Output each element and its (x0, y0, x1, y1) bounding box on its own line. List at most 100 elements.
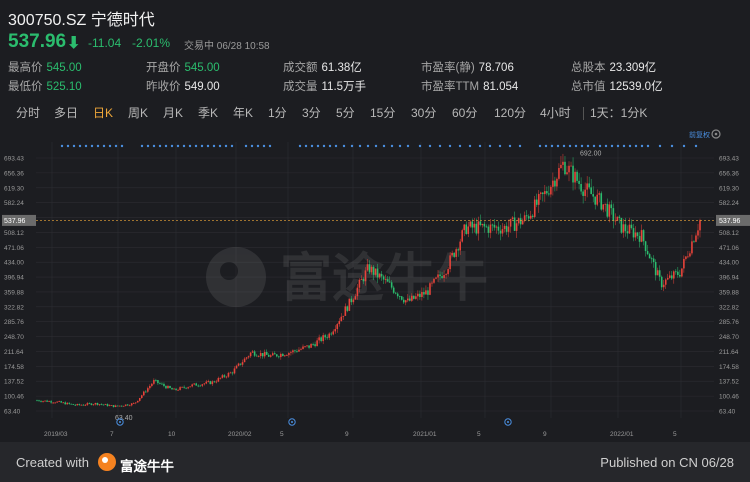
candle-body (294, 350, 296, 352)
candle-body (68, 402, 71, 404)
stat-open-label: 开盘价 (146, 62, 181, 74)
candle-body (167, 385, 169, 389)
event-dot (90, 144, 94, 148)
candle-body (358, 279, 361, 288)
trading-status: 交易中 06/28 10:58 (184, 41, 270, 52)
y-tick-label-left: 396.94 (4, 275, 24, 282)
candle-body (362, 279, 365, 282)
tab-5min[interactable]: 5分 (336, 104, 355, 121)
event-dot (604, 144, 608, 148)
candle-body (439, 274, 441, 277)
candle-body (457, 249, 459, 251)
candle-body (441, 276, 443, 278)
stat-amount-value: 61.38亿 (321, 62, 362, 74)
stat-volume-value: 11.5万手 (321, 81, 367, 93)
tab-monthly-k[interactable]: 月K (163, 104, 183, 121)
candle-body (386, 279, 389, 282)
stat-low: 最低价 525.10 (8, 78, 82, 94)
event-dot (66, 144, 70, 148)
y-tick-label-left: 508.12 (4, 230, 24, 237)
candle-body (433, 278, 435, 283)
event-dot (212, 144, 216, 148)
candle-body (429, 283, 431, 295)
tab-15min[interactable]: 15分 (370, 104, 395, 121)
candle-body (372, 266, 375, 275)
tab-daily-k[interactable]: 日K (93, 104, 113, 121)
tab-120min[interactable]: 120分 (494, 104, 526, 121)
candle-body (54, 402, 56, 404)
y-tick-label-right: 656.36 (719, 170, 739, 177)
event-dot (250, 144, 254, 148)
tab-1min[interactable]: 1分 (268, 104, 287, 121)
candle-body (290, 352, 292, 354)
candle-body (501, 229, 504, 234)
stat-high-value: 545.00 (46, 62, 82, 74)
candle-body (282, 353, 284, 357)
candle-body (574, 171, 576, 183)
candle-body (580, 183, 582, 192)
candle-body (421, 292, 423, 297)
candle-body (209, 381, 212, 385)
tab-30min[interactable]: 30分 (411, 104, 436, 121)
candle-body (273, 353, 276, 355)
candle-body (537, 193, 540, 205)
x-tick-label: 7 (110, 431, 114, 438)
candle-body (199, 385, 202, 387)
tab-3min[interactable]: 3分 (302, 104, 321, 121)
candle-body (590, 187, 592, 195)
x-tick-label: 2020/02 (228, 431, 252, 438)
tab-4hour[interactable]: 4小时 (540, 104, 571, 121)
candle-body (622, 224, 625, 233)
candle-body (233, 368, 236, 374)
candle-body (130, 403, 133, 406)
candle-body (205, 381, 208, 384)
event-dot (146, 144, 150, 148)
kline-chart[interactable]: 富途牛牛 693.43656.36619.30582.24545.17508.1… (0, 128, 750, 442)
candle-body (566, 172, 568, 175)
event-dot (374, 144, 378, 148)
candle-body (278, 356, 280, 358)
event-dot (60, 144, 64, 148)
event-dot (390, 144, 394, 148)
candle-body (161, 383, 163, 385)
tab-quarterly-k[interactable]: 季K (198, 104, 218, 121)
candle-body (104, 404, 107, 405)
candle-body (513, 217, 516, 231)
candle-body (46, 400, 48, 402)
tab-multiday[interactable]: 多日 (54, 104, 78, 121)
candle-body (628, 224, 631, 234)
candle-body (255, 355, 258, 357)
candle-body (497, 226, 500, 231)
candle-body (453, 252, 455, 257)
event-dot (188, 144, 192, 148)
candle-body (483, 223, 486, 227)
tab-intraday[interactable]: 分时 (16, 104, 40, 121)
tab-1day-1min[interactable]: 1天：1分K (590, 104, 647, 121)
stat-low-label: 最低价 (8, 81, 43, 93)
event-dot (634, 144, 638, 148)
stat-open: 开盘价 545.00 (146, 59, 220, 75)
y-tick-label-right: 248.70 (719, 334, 739, 341)
candle-body (354, 296, 357, 300)
candle-body (606, 203, 609, 217)
event-dot (108, 144, 112, 148)
candle-body (128, 405, 131, 407)
candle-body (159, 383, 161, 384)
event-dot (84, 144, 88, 148)
candle-body (326, 337, 328, 339)
event-dot (580, 144, 584, 148)
event-dot (298, 144, 302, 148)
candle-body (153, 380, 155, 384)
tab-yearly-k[interactable]: 年K (233, 104, 253, 121)
candle-body (185, 387, 187, 389)
candle-body (652, 258, 655, 263)
y-tick-label-left: 619.30 (4, 185, 24, 192)
tab-weekly-k[interactable]: 周K (128, 104, 148, 121)
candle-body (187, 387, 189, 389)
y-tick-label-right: 693.43 (719, 156, 739, 163)
event-dot (158, 144, 162, 148)
event-dot (366, 144, 370, 148)
tab-60min[interactable]: 60分 (452, 104, 477, 121)
candle-body (431, 282, 433, 284)
stat-prev-value: 549.00 (184, 81, 220, 93)
